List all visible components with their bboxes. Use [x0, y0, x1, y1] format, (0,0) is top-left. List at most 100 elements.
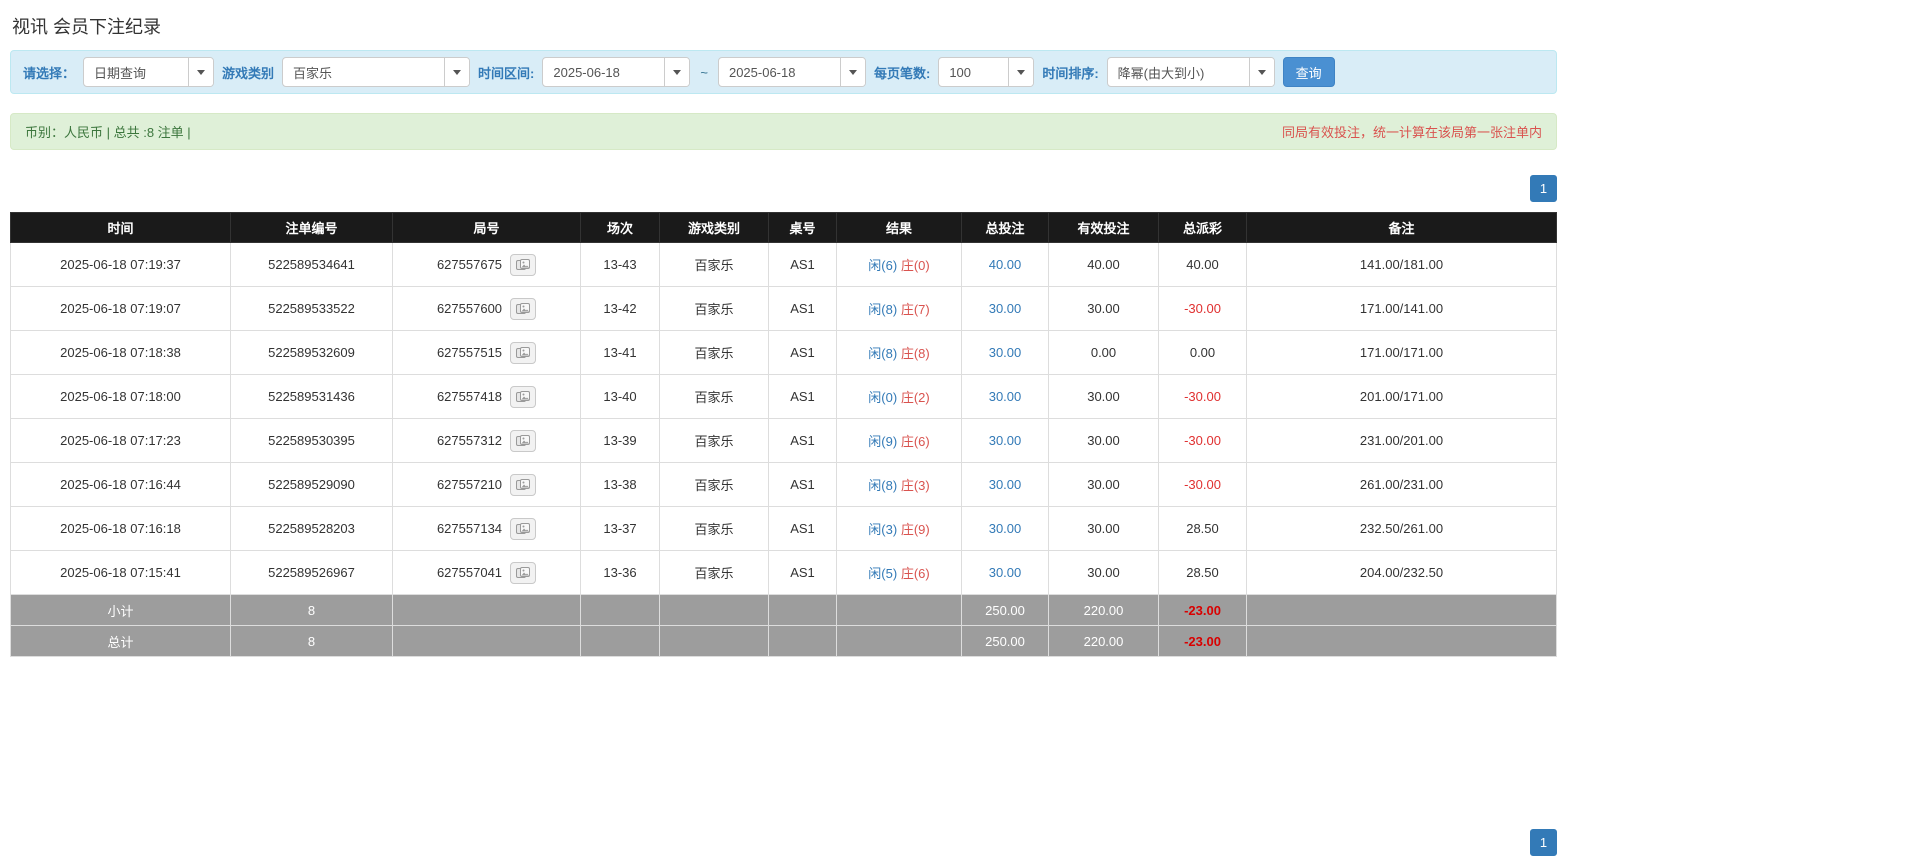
result-banker: 庄(7)	[900, 302, 930, 317]
summary-empty-note	[1246, 625, 1557, 657]
date-to-select[interactable]: 2025-06-18	[717, 57, 866, 87]
cell-round-id: 627557134	[392, 506, 581, 551]
summary-payout: -23.00	[1158, 594, 1247, 626]
table-row: 2025-06-18 07:16:44 522589529090 6275572…	[10, 462, 1557, 507]
cell-table-no: AS1	[768, 550, 837, 595]
round-video-icon[interactable]	[510, 473, 537, 496]
round-video-icon[interactable]	[510, 297, 537, 320]
chevron-down-icon	[1248, 58, 1274, 86]
cell-session: 13-38	[580, 462, 660, 507]
cell-round-id: 627557312	[392, 418, 581, 463]
summary-empty-table	[768, 625, 837, 657]
cell-table-no: AS1	[768, 330, 837, 375]
summary-empty-result	[836, 594, 962, 626]
cell-bet-id: 522589526967	[230, 550, 393, 595]
round-id-text: 627557041	[436, 565, 503, 580]
cell-bet-id: 522589532609	[230, 330, 393, 375]
chevron-down-icon	[444, 58, 470, 86]
cell-time: 2025-06-18 07:18:38	[10, 330, 231, 375]
cell-note: 261.00/231.00	[1246, 462, 1557, 507]
page-1-button[interactable]: 1	[1530, 829, 1557, 856]
cell-payout: 28.50	[1158, 506, 1247, 551]
cell-note: 204.00/232.50	[1246, 550, 1557, 595]
cell-time: 2025-06-18 07:15:41	[10, 550, 231, 595]
summary-empty-game	[659, 594, 769, 626]
round-video-icon[interactable]	[510, 561, 537, 584]
result-player: 闲(3)	[868, 522, 898, 537]
result-player: 闲(8)	[868, 346, 898, 361]
round-id-text: 627557515	[436, 345, 503, 360]
header-total-bet: 总投注	[961, 212, 1049, 243]
page-size-select[interactable]: 100	[938, 57, 1035, 87]
sort-label: 时间排序:	[1042, 65, 1099, 81]
total-bet-link[interactable]: 30.00	[989, 301, 1022, 316]
cell-payout: 28.50	[1158, 550, 1247, 595]
cell-session: 13-43	[580, 242, 660, 287]
search-button[interactable]: 查询	[1282, 57, 1335, 87]
cell-total-bet: 30.00	[961, 506, 1049, 551]
cell-payout: -30.00	[1158, 374, 1247, 419]
cell-valid-bet: 30.00	[1048, 506, 1159, 551]
summary-total-bet: 250.00	[961, 594, 1049, 626]
table-row: 2025-06-18 07:18:00 522589531436 6275574…	[10, 374, 1557, 419]
page-container: 视讯 会员下注纪录 请选择： 日期查询 游戏类别 百家乐 时间区间: 2025-…	[10, 0, 1557, 856]
total-bet-link[interactable]: 30.00	[989, 389, 1022, 404]
round-video-icon[interactable]	[510, 341, 537, 364]
cell-note: 171.00/141.00	[1246, 286, 1557, 331]
cell-note: 231.00/201.00	[1246, 418, 1557, 463]
cell-bet-id: 522589528203	[230, 506, 393, 551]
cell-bet-id: 522589531436	[230, 374, 393, 419]
result-banker: 庄(0)	[900, 258, 930, 273]
date-from-select[interactable]: 2025-06-18	[542, 57, 691, 87]
chevron-down-icon	[839, 58, 865, 86]
cell-total-bet: 30.00	[961, 462, 1049, 507]
page-1-button[interactable]: 1	[1530, 175, 1557, 202]
round-id-text: 627557134	[436, 521, 503, 536]
round-id-text: 627557600	[436, 301, 503, 316]
cell-result: 闲(5) 庄(6)	[836, 550, 962, 595]
cell-note: 201.00/171.00	[1246, 374, 1557, 419]
cell-total-bet: 30.00	[961, 374, 1049, 419]
header-valid-bet: 有效投注	[1048, 212, 1159, 243]
query-type-value: 日期查询	[94, 65, 147, 81]
summary-total-bet: 250.00	[961, 625, 1049, 657]
header-note: 备注	[1246, 212, 1557, 243]
total-bet-link[interactable]: 30.00	[989, 433, 1022, 448]
round-video-icon[interactable]	[510, 385, 537, 408]
header-table-no: 桌号	[768, 212, 837, 243]
summary-empty-game	[659, 625, 769, 657]
cell-valid-bet: 0.00	[1048, 330, 1159, 375]
game-type-select[interactable]: 百家乐	[282, 57, 471, 87]
chevron-down-icon	[664, 58, 690, 86]
round-id-text: 627557418	[436, 389, 503, 404]
round-video-icon[interactable]	[510, 517, 537, 540]
round-video-icon[interactable]	[510, 253, 537, 276]
table-body: 2025-06-18 07:19:37 522589534641 6275576…	[10, 242, 1557, 595]
total-bet-link[interactable]: 30.00	[989, 345, 1022, 360]
total-bet-link[interactable]: 30.00	[989, 565, 1022, 580]
query-type-select[interactable]: 日期查询	[83, 57, 215, 87]
total-bet-link[interactable]: 30.00	[989, 477, 1022, 492]
round-video-icon[interactable]	[510, 429, 537, 452]
cell-total-bet: 30.00	[961, 330, 1049, 375]
cell-session: 13-37	[580, 506, 660, 551]
table-foot: 小计 8 250.00 220.00 -23.00 总计 8 250.00 22…	[10, 594, 1557, 657]
table-row: 2025-06-18 07:16:18 522589528203 6275571…	[10, 506, 1557, 551]
cell-table-no: AS1	[768, 286, 837, 331]
cell-result: 闲(8) 庄(3)	[836, 462, 962, 507]
total-bet-link[interactable]: 40.00	[989, 257, 1022, 272]
cell-round-id: 627557600	[392, 286, 581, 331]
cell-table-no: AS1	[768, 374, 837, 419]
result-player: 闲(5)	[868, 566, 898, 581]
summary-empty-session	[580, 594, 660, 626]
sort-select[interactable]: 降幂(由大到小)	[1106, 57, 1275, 87]
chevron-down-icon	[1008, 58, 1034, 86]
cell-game-type: 百家乐	[659, 550, 769, 595]
header-result: 结果	[836, 212, 962, 243]
cell-valid-bet: 30.00	[1048, 374, 1159, 419]
total-bet-link[interactable]: 30.00	[989, 521, 1022, 536]
cell-result: 闲(8) 庄(7)	[836, 286, 962, 331]
result-banker: 庄(3)	[900, 478, 930, 493]
cell-session: 13-39	[580, 418, 660, 463]
cell-round-id: 627557210	[392, 462, 581, 507]
